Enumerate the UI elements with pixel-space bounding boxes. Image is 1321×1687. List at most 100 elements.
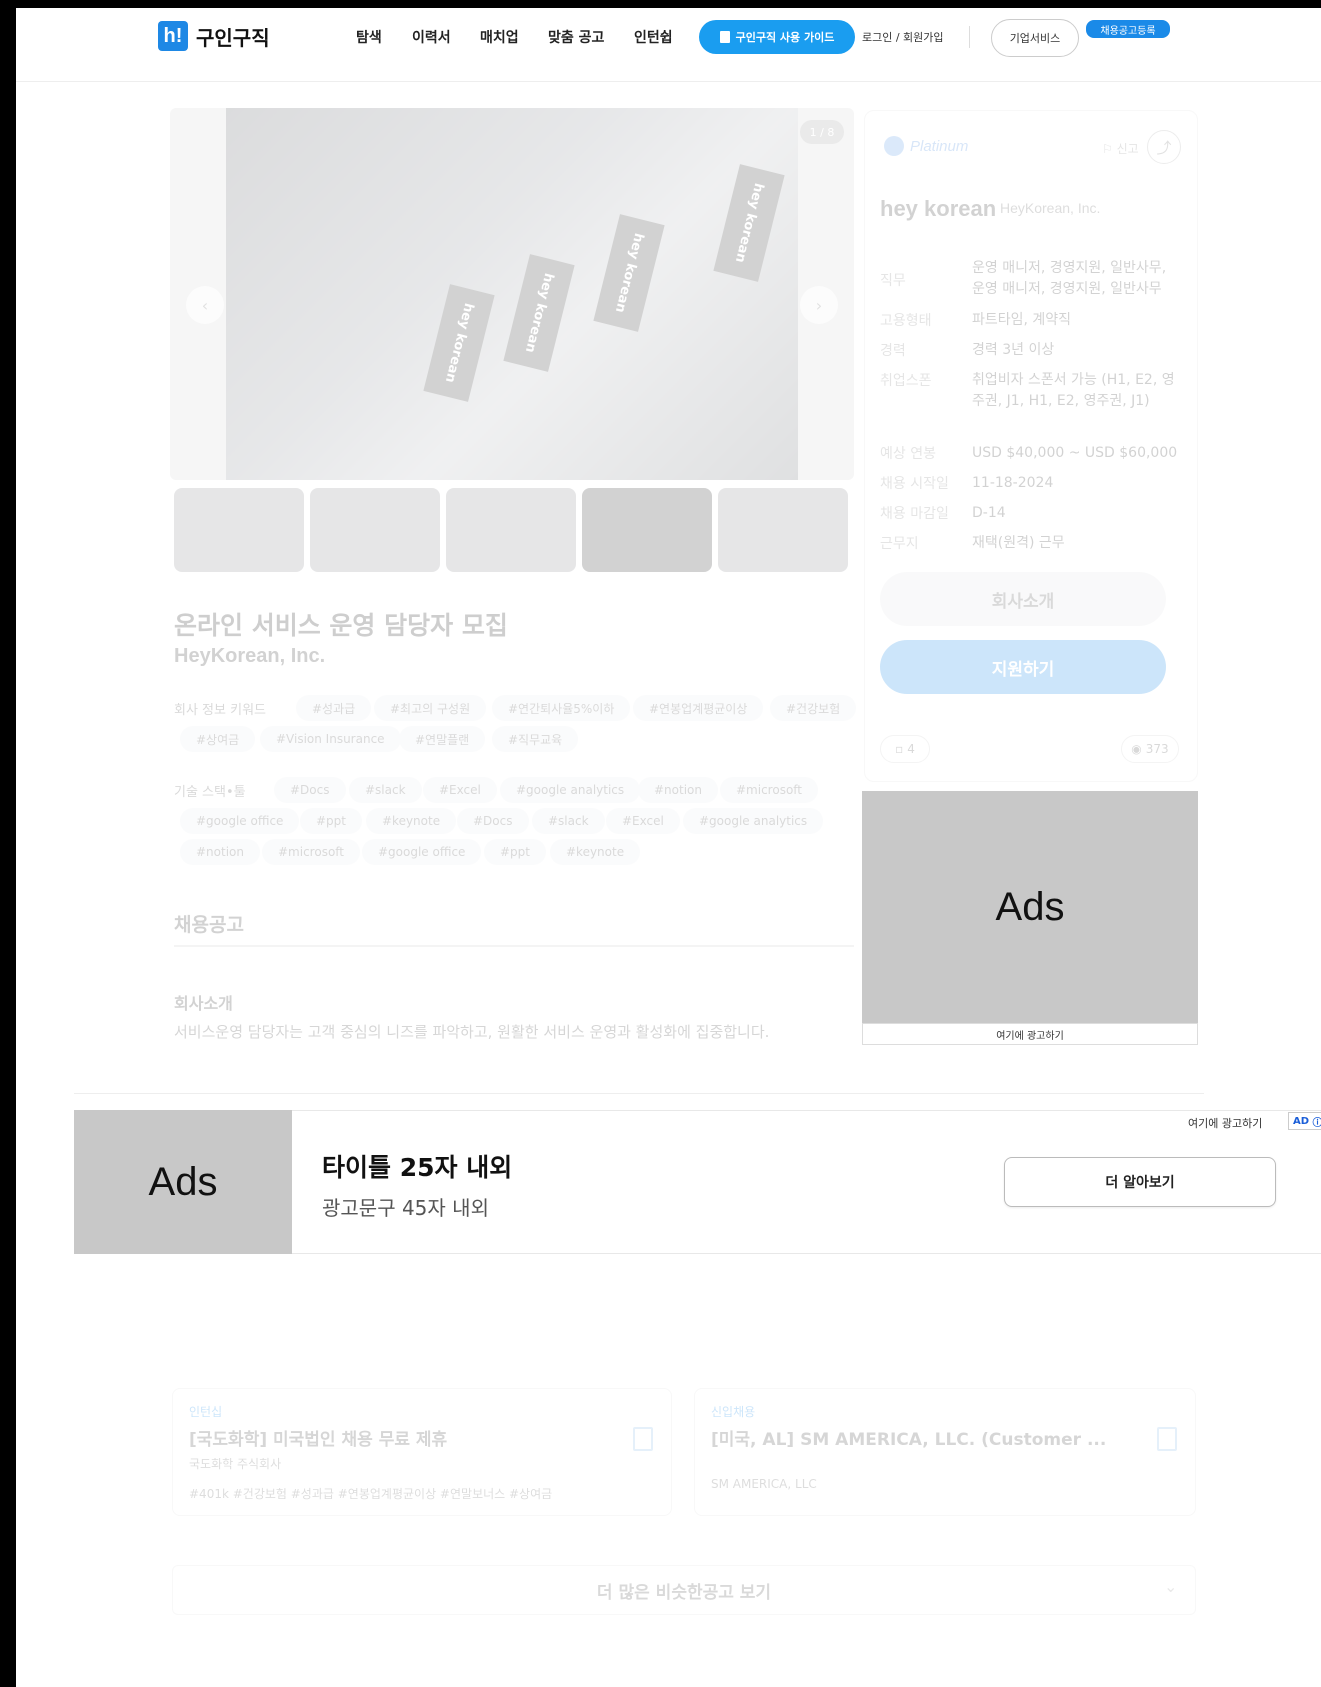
skills-label: 기술 스택•툴 (174, 785, 246, 800)
business-service-button[interactable]: 기업서비스 (991, 19, 1079, 57)
chevron-down-icon[interactable]: ⌄ (1164, 1577, 1177, 1596)
ad-slot-right[interactable]: Ads (862, 791, 1198, 1023)
logo-text[interactable]: 구인구직 (196, 22, 270, 51)
gallery-thumbnail[interactable] (446, 488, 576, 572)
nav-custom-jobs[interactable]: 맞춤 공고 (548, 27, 604, 47)
report-label: 신고 (1116, 142, 1139, 156)
bookmark-icon[interactable] (1157, 1427, 1177, 1451)
similar-job-card[interactable]: 인턴십 [국도화학] 미국법인 채용 무료 제휴 국도화학 주식회사 #401k… (172, 1388, 672, 1516)
keyword-tag: #연봉업계평균이상 (633, 695, 764, 721)
intro-heading: 회사소개 (174, 994, 233, 1013)
post-job-button[interactable]: 채용공고등록 (1086, 20, 1170, 38)
skill-tag: #slack (349, 777, 422, 803)
gallery-thumbnail[interactable] (718, 488, 848, 572)
bookmark-icon: ▫ (895, 742, 904, 756)
brand-name[interactable]: HeyKorean, Inc. (1000, 200, 1100, 216)
apply-button[interactable]: 지원하기 (880, 640, 1166, 694)
skill-tag: #Excel (606, 808, 680, 834)
info-value: 파트타임, 계약직 (972, 312, 1072, 328)
gallery-thumbnail[interactable] (582, 488, 712, 572)
flag-graphic: hey korean (713, 164, 785, 282)
info-value: USD $40,000 ~ USD $60,000 (972, 445, 1178, 461)
skill-tag: #slack (532, 808, 605, 834)
ad-badge[interactable]: AD ⓘ (1288, 1112, 1321, 1130)
platinum-badge: Platinum (884, 136, 968, 156)
skill-tag: #google office (362, 839, 482, 865)
nav-internship[interactable]: 인턴쉽 (634, 27, 673, 47)
keyword-tag: #최고의 구성원 (374, 695, 487, 721)
info-key: 근무지 (880, 536, 919, 552)
guide-button[interactable]: 구인구직 사용 가이드 (699, 20, 855, 54)
job-type-label: 인턴십 (189, 1405, 223, 1419)
nav-explore[interactable]: 탐색 (356, 27, 382, 47)
keyword-tag: #상여금 (180, 726, 256, 752)
gallery-thumbnail[interactable] (310, 488, 440, 572)
ad-banner-image[interactable]: Ads (74, 1110, 292, 1254)
skill-tag: #google analytics (683, 808, 824, 834)
keyword-label: 회사 정보 키워드 (174, 703, 266, 718)
info-key: 채용 시작일 (880, 476, 949, 492)
info-key: 채용 마감일 (880, 506, 949, 522)
skill-tag: #keynote (550, 839, 641, 865)
info-value: 11-18-2024 (972, 475, 1054, 491)
skill-tag: #Docs (457, 808, 529, 834)
view-count-value: 373 (1145, 742, 1169, 756)
ad-badge-label: AD (1293, 1115, 1310, 1127)
login-link[interactable]: 로그인 / 회원가입 (862, 29, 944, 45)
eye-icon: ◉ (1131, 742, 1142, 756)
info-icon: ⓘ (1312, 1117, 1321, 1129)
nav-resume[interactable]: 이력서 (412, 27, 451, 47)
chevron-right-icon[interactable]: › (800, 286, 838, 324)
keyword-tag: #연말플랜 (399, 726, 486, 752)
company-intro-button[interactable]: 회사소개 (880, 572, 1166, 626)
job-type-label: 신입채용 (711, 1405, 756, 1419)
skill-tag: #Docs (274, 777, 346, 803)
keyword-tag: #Vision Insurance (260, 726, 401, 752)
building-photo: hey korean hey korean hey korean hey kor… (226, 108, 798, 480)
chevron-left-icon[interactable]: ‹ (186, 286, 224, 324)
info-key: 경력 (880, 343, 906, 359)
report-link[interactable]: ⚐ 신고 (1102, 140, 1139, 157)
gallery-thumbnail[interactable] (174, 488, 304, 572)
info-value: 취업비자 스폰서 가능 (H1, E2, 영주권, J1, H1, E2, 영주… (972, 372, 1175, 409)
similar-job-company: 국도화학 주식회사 (189, 1457, 282, 1471)
info-key: 고용형태 (880, 313, 932, 329)
skill-tag: #google office (180, 808, 300, 834)
keyword-tag: #직무교육 (492, 726, 579, 752)
header-divider (969, 26, 970, 48)
content-divider (74, 1093, 1204, 1094)
share-icon[interactable]: ⤴ (1147, 130, 1181, 164)
save-count-value: 4 (907, 742, 915, 756)
keyword-tag: #연간퇴사율5%이하 (492, 695, 631, 721)
learn-more-button[interactable]: 더 알아보기 (1004, 1157, 1276, 1207)
skill-tag: #notion (180, 839, 260, 865)
skill-tag: #google analytics (500, 777, 641, 803)
info-value: 재택(원격) 근무 (972, 535, 1065, 551)
bookmark-icon[interactable] (633, 1427, 653, 1451)
nav-matchup[interactable]: 매치업 (480, 27, 519, 47)
section-divider (174, 945, 854, 947)
more-similar-jobs-button[interactable]: 더 많은 비슷한공고 보기 (172, 1565, 1196, 1615)
logo-mark[interactable]: h! (158, 21, 188, 51)
similar-job-title: [미국, AL] SM AMERICA, LLC. (Customer ... (711, 1430, 1107, 1450)
skill-tag: #microsoft (720, 777, 818, 803)
intro-text: 서비스운영 담당자는 고객 중심의 니즈를 파악하고, 원활한 서비스 운영과 … (174, 1023, 770, 1041)
info-value: 운영 매니저, 경영지원, 일반사무, 운영 매니저, 경영지원, 일반사무 (972, 260, 1167, 297)
skill-tag: #ppt (300, 808, 362, 834)
skill-tag: #notion (638, 777, 718, 803)
document-icon (719, 31, 730, 43)
job-company[interactable]: HeyKorean, Inc. (174, 645, 325, 668)
advertise-here-link[interactable]: 여기에 광고하기 (1188, 1115, 1262, 1131)
guide-button-label: 구인구직 사용 가이드 (735, 31, 835, 44)
info-value: D-14 (972, 505, 1006, 521)
similar-job-keywords: #401k #건강보험 #성과급 #연봉업계평균이상 #연말보너스 #상여금 (189, 1487, 553, 1501)
skill-tag: #keynote (366, 808, 457, 834)
similar-job-card[interactable]: 신입채용 [미국, AL] SM AMERICA, LLC. (Customer… (694, 1388, 1196, 1516)
ad-banner-title[interactable]: 타이틀 25자 내외 (322, 1148, 512, 1184)
gallery-counter: 1 / 8 (800, 120, 844, 144)
gallery-main-image[interactable]: hey korean hey korean hey korean hey kor… (170, 108, 854, 480)
info-value: 경력 3년 이상 (972, 342, 1055, 358)
advertise-here-link[interactable]: 여기에 광고하기 (862, 1023, 1198, 1045)
view-count: ◉ 373 (1121, 735, 1179, 763)
save-count[interactable]: ▫ 4 (880, 735, 930, 763)
